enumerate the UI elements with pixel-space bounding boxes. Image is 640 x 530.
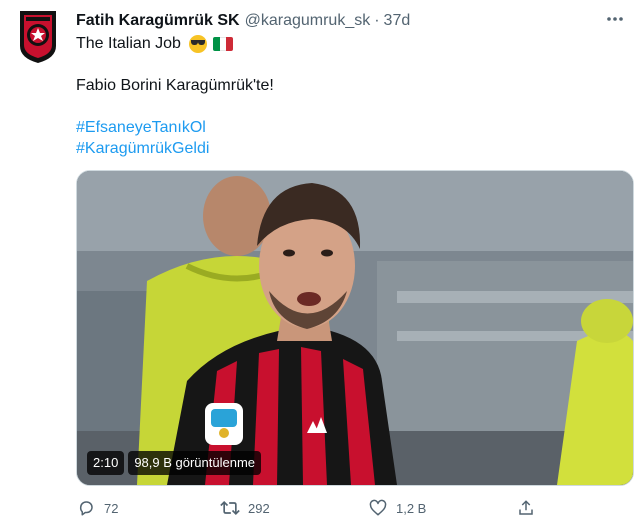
video-overlay: 2:10 98,9 B görüntülenme: [87, 451, 262, 475]
tweet-time[interactable]: 37d: [384, 12, 411, 30]
tweet-text-line1: The Italian Job: [76, 34, 233, 54]
avatar[interactable]: [16, 8, 60, 64]
retweet-icon: [220, 498, 240, 518]
tweet-text-line2: Fabio Borini Karagümrük'te!: [76, 77, 274, 94]
retweet-button[interactable]: 292: [220, 498, 368, 518]
author-name[interactable]: Fatih Karagümrük SK: [76, 12, 240, 30]
separator-dot: ·: [374, 12, 380, 29]
reply-icon: [76, 498, 96, 518]
like-button[interactable]: 1,2 B: [368, 498, 516, 518]
italy-flag-icon: [212, 37, 233, 51]
share-button[interactable]: [516, 498, 536, 518]
reply-button[interactable]: 72: [76, 498, 220, 518]
video-views: 98,9 B görüntülenme: [128, 451, 262, 475]
heart-icon: [368, 498, 388, 518]
tweet[interactable]: Fatih Karagümrük SK @karagumruk_sk · 37d…: [0, 0, 640, 530]
tweet-header: Fatih Karagümrük SK @karagumruk_sk · 37d: [76, 10, 624, 32]
author-handle[interactable]: @karagumruk_sk: [245, 12, 371, 30]
action-bar: 72 292 1,2 B: [76, 496, 556, 520]
tweet-text-title: The Italian Job: [76, 35, 181, 52]
hashtag-link[interactable]: #EfsaneyeTanıkOl: [76, 118, 206, 138]
video-thumbnail: [77, 171, 633, 485]
more-icon[interactable]: [604, 8, 626, 30]
retweet-count: 292: [248, 500, 270, 516]
like-count: 1,2 B: [396, 500, 427, 516]
video-player[interactable]: 2:10 98,9 B görüntülenme: [76, 170, 634, 486]
hashtag-link[interactable]: #KaragümrükGeldi: [76, 139, 209, 159]
reply-count: 72: [104, 500, 119, 516]
sunglasses-emoji-icon: [188, 35, 207, 53]
video-duration: 2:10: [87, 451, 125, 475]
club-crest-icon: [20, 11, 56, 63]
share-icon: [516, 498, 536, 518]
